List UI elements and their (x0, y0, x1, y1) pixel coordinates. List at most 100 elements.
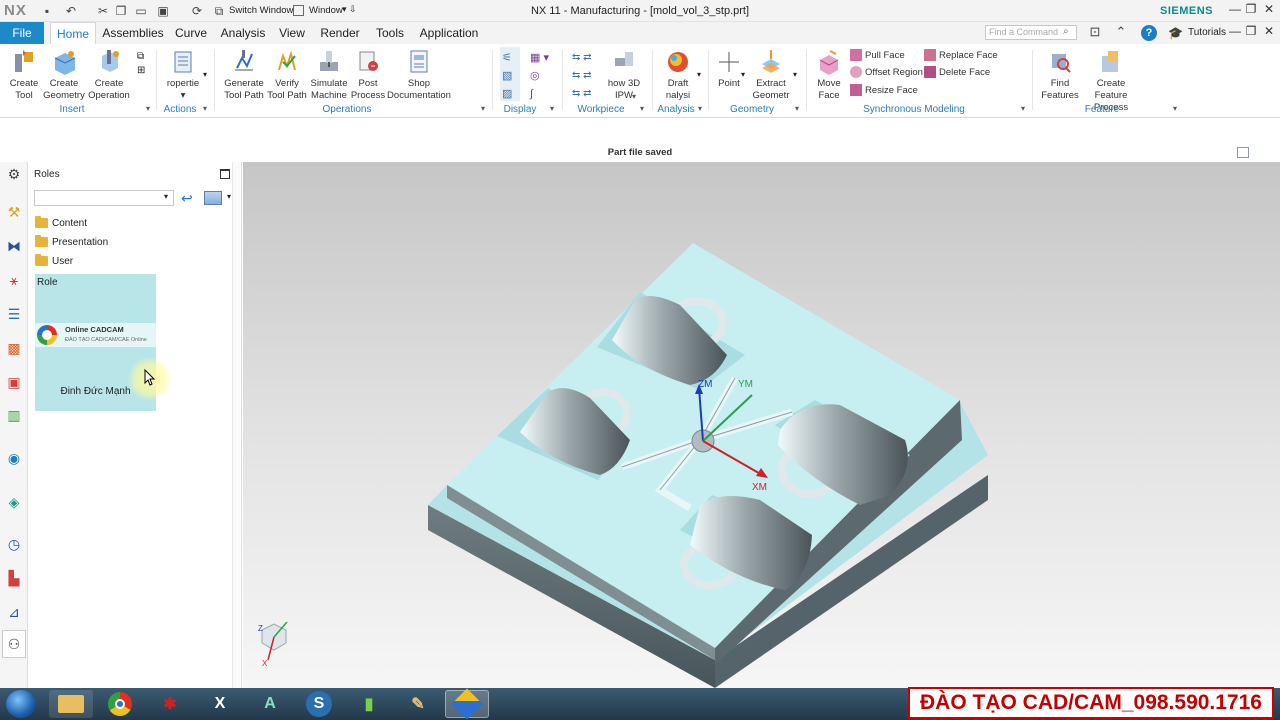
part-navigator-icon[interactable]: ⚒ (4, 202, 24, 222)
web-browser-icon[interactable]: ◈ (4, 492, 24, 512)
switch-window-icon[interactable]: ⧉ (212, 4, 226, 18)
replace-face-button[interactable]: Replace Face (924, 47, 998, 63)
constraint-navigator-icon[interactable]: ⚹ (4, 270, 24, 290)
tutorials-link[interactable]: Tutorials (1188, 27, 1226, 38)
move-face-button[interactable]: Move Face (812, 48, 846, 104)
full-screen-icon[interactable]: ⊡ (1086, 24, 1104, 42)
offset-region-button[interactable]: Offset Region (850, 64, 923, 80)
actions-group-more-icon[interactable]: ▾ (203, 104, 207, 113)
solidworks-app-icon[interactable]: S (297, 690, 341, 718)
post-process-button[interactable]: Post Process (350, 48, 386, 104)
tab-render[interactable]: Render (316, 22, 364, 44)
draft-analysis-button[interactable]: Draft nalysi (660, 48, 696, 104)
reuse-library-icon[interactable]: ▥ (4, 405, 24, 425)
process-studio-icon[interactable]: ⊿ (4, 602, 24, 622)
tab-analysis[interactable]: Analysis (218, 22, 268, 44)
show3d-dropdown-icon[interactable]: ▾ (632, 92, 636, 101)
insert-more-icon[interactable]: ▾ (146, 104, 150, 113)
settings-icon[interactable]: ⚙ (4, 164, 24, 184)
workpiece-more-icon[interactable]: ▾ (640, 104, 644, 113)
paint-app-icon[interactable]: ✎ (396, 690, 440, 718)
windows-start-icon[interactable] (6, 690, 36, 718)
extract-geometry-button[interactable]: Extract Geometr (750, 48, 792, 104)
system-materials-icon[interactable]: ▙ (4, 568, 24, 588)
paste-icon[interactable]: ▭ (134, 4, 148, 18)
machine-tool-navigator-icon[interactable]: ▩ (4, 338, 24, 358)
tab-home[interactable]: Home (50, 22, 96, 44)
operations-more-icon[interactable]: ▾ (481, 104, 485, 113)
history-icon[interactable]: ◷ (4, 534, 24, 554)
save-icon[interactable]: ▪ (40, 4, 54, 18)
insert-extra-icons[interactable]: ⧉ ⊞ (137, 50, 145, 78)
restore-icon[interactable]: ❐ (1242, 2, 1260, 19)
create-operation-button[interactable]: Create Operation (88, 48, 130, 104)
assembly-navigator-icon[interactable]: ⧓ (4, 236, 24, 256)
undo-icon[interactable]: ↶ (64, 4, 78, 18)
back-icon[interactable]: ↩ (181, 190, 193, 207)
simulate-machine-button[interactable]: Simulate Machine (309, 48, 349, 104)
status-expand-icon[interactable] (1237, 147, 1249, 158)
properties-dropdown-icon[interactable]: ▾ (181, 90, 186, 102)
switch-window-button[interactable]: Switch Window (229, 5, 293, 16)
geometry-more-icon[interactable]: ▾ (795, 104, 799, 113)
display-tools-icons[interactable]: ⚟ ▧ ▨ (502, 49, 512, 103)
resize-face-button[interactable]: Resize Face (850, 82, 918, 98)
sync-more-icon[interactable]: ▾ (1021, 104, 1025, 113)
repeat-command-icon[interactable]: ⟳ (190, 4, 204, 18)
mold-part-model[interactable]: ZM YM XM Z X (243, 162, 1280, 688)
workpiece-tools-icons[interactable]: ⇆ ⇄ ⇆ ⇄ ⇆ ⇄ (572, 49, 592, 103)
excel-chart-app-icon[interactable]: ▮ (347, 690, 391, 718)
feature-navigator-icon[interactable]: ▣ (4, 372, 24, 392)
panel-scrollbar[interactable] (232, 162, 240, 688)
hd3d-tools-icon[interactable]: ◉ (4, 448, 24, 468)
tab-assemblies[interactable]: Assemblies (101, 22, 165, 44)
create-feature-process-button[interactable]: Create Feature Process (1080, 48, 1142, 113)
verify-tool-path-button[interactable]: Verify Tool Path (267, 48, 307, 104)
feature-more-icon[interactable]: ▾ (1173, 104, 1177, 113)
view-mode-icon[interactable] (204, 191, 222, 205)
pull-face-button[interactable]: Pull Face (850, 47, 905, 63)
create-geometry-button[interactable]: Create Geometry (42, 48, 86, 104)
analysis-more-icon[interactable]: ▾ (698, 104, 702, 113)
extract-dropdown-icon[interactable]: ▾ (793, 70, 797, 79)
folder-presentation[interactable]: Presentation (35, 234, 108, 250)
display-more-icon[interactable]: ▾ (550, 104, 554, 113)
autodesk-app-icon[interactable]: ✱ (148, 690, 192, 718)
tab-curve[interactable]: Curve (170, 22, 212, 44)
nx-app-icon[interactable] (445, 688, 489, 720)
help-icon[interactable]: ? (1141, 25, 1157, 41)
operation-navigator-icon[interactable]: ☰ (4, 304, 24, 324)
tutorials-icon[interactable]: 🎓 (1168, 26, 1183, 40)
cut-icon[interactable]: ✂ (96, 4, 110, 18)
folder-content[interactable]: Content (35, 215, 87, 231)
roles-icon[interactable]: ⚇ (4, 634, 24, 654)
draft-dropdown-icon[interactable]: ▾ (697, 70, 701, 79)
window-menu[interactable]: Window (309, 5, 343, 16)
view-mode-dropdown-icon[interactable]: ▾ (227, 192, 231, 201)
close-icon[interactable]: ✕ (1260, 2, 1278, 19)
roles-filter-dropdown[interactable] (34, 190, 174, 206)
point-dropdown-icon[interactable]: ▾ (741, 70, 745, 79)
chevron-down-icon[interactable]: ▾ (164, 192, 168, 201)
tab-file[interactable]: File (0, 22, 44, 44)
shop-documentation-button[interactable]: Shop Documentation (387, 48, 451, 104)
find-features-button[interactable]: Find Features (1040, 48, 1080, 104)
chrome-icon[interactable] (98, 690, 142, 718)
generate-tool-path-button[interactable]: Generate Tool Path (222, 48, 266, 104)
delete-face-button[interactable]: Delete Face (924, 64, 990, 80)
doc-close-icon[interactable]: ✕ (1260, 24, 1278, 41)
doc-restore-icon[interactable]: ❐ (1242, 24, 1260, 41)
properties-button[interactable]: ropertie ▾ (164, 48, 202, 104)
actions-more-icon[interactable]: ▾ (203, 70, 207, 79)
autocad-app-icon[interactable]: A (248, 690, 292, 718)
display-tools-icons-2[interactable]: ▦ ▾ ◎ ∫ (530, 49, 549, 103)
file-explorer-icon[interactable] (49, 690, 93, 718)
save-all-icon[interactable]: ▣ (156, 4, 170, 18)
window-dropdown-icon[interactable]: ▾ ⇩ (342, 4, 357, 15)
show-3d-ipw-button[interactable]: how 3D IPW (606, 48, 642, 104)
create-tool-button[interactable]: Create Tool (6, 48, 42, 104)
tab-view[interactable]: View (274, 22, 310, 44)
tab-application[interactable]: Application (416, 22, 482, 44)
collapse-ribbon-icon[interactable]: ⌃ (1112, 24, 1130, 42)
xmind-app-icon[interactable]: X (198, 690, 242, 718)
